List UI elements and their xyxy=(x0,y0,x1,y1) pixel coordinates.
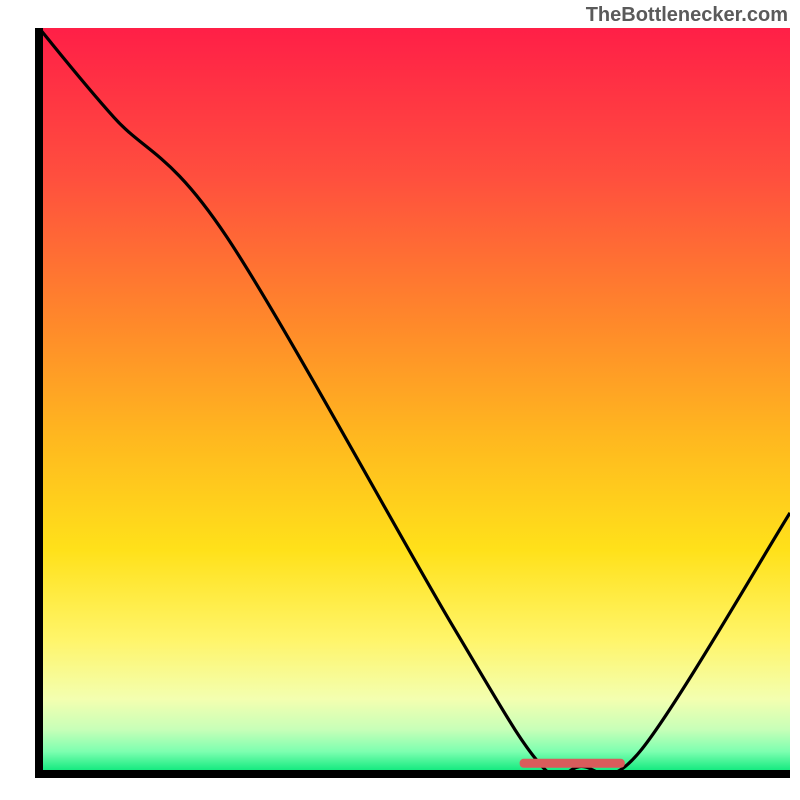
chart-background xyxy=(39,28,790,774)
watermark-text: TheBottleneсker.com xyxy=(586,4,788,27)
bottleneck-chart xyxy=(35,28,790,778)
optimum-marker-band xyxy=(520,759,625,768)
